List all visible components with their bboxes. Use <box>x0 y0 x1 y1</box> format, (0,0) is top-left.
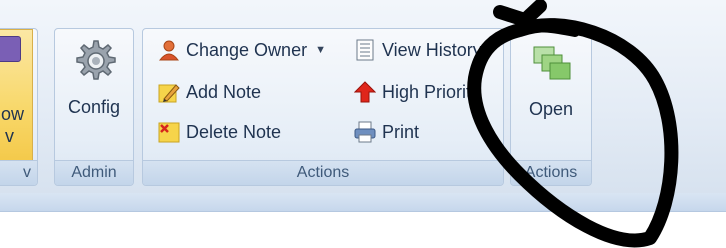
gear-icon <box>70 35 118 83</box>
print-button[interactable]: Print <box>353 117 419 147</box>
open-group-label: Actions <box>511 160 591 185</box>
cut-off-button-label: ow <box>1 104 25 124</box>
document-list-icon <box>353 38 377 62</box>
high-priority-label: High Priority <box>382 81 481 102</box>
printer-icon <box>353 120 377 144</box>
chevron-down-icon[interactable]: ▼ <box>315 44 326 56</box>
delete-note-button[interactable]: Delete Note <box>157 117 281 147</box>
change-owner-button[interactable]: Change Owner ▼ <box>157 35 326 65</box>
open-group: Open Actions <box>510 28 592 186</box>
actions-group-label: Actions <box>143 160 503 185</box>
user-icon <box>157 38 181 62</box>
high-priority-button[interactable]: High Priority <box>353 77 480 107</box>
change-owner-label: Change Owner <box>186 39 308 60</box>
config-button[interactable]: Config <box>55 29 133 161</box>
admin-group: Config Admin <box>54 28 134 186</box>
admin-group-label: Admin <box>55 160 133 185</box>
open-stack-icon <box>528 45 574 85</box>
open-label: Open <box>528 99 574 119</box>
config-label: Config <box>67 97 121 117</box>
print-label: Print <box>382 121 420 142</box>
add-note-button[interactable]: Add Note <box>157 77 261 107</box>
view-history-button[interactable]: View History <box>353 35 482 65</box>
purple-icon <box>0 36 21 62</box>
cut-off-large-button[interactable]: ow v <box>0 29 33 163</box>
cut-off-group-label: v <box>0 160 37 185</box>
actions-group: Change Owner ▼ Add Note Delete Note View… <box>142 28 504 186</box>
open-button[interactable]: Open <box>511 29 591 161</box>
pencil-icon <box>157 80 181 104</box>
view-history-label: View History <box>382 39 482 60</box>
cut-off-button-label-2: v <box>5 126 14 146</box>
cut-off-group: ow v v <box>0 28 38 186</box>
delete-note-icon <box>157 120 181 144</box>
delete-note-label: Delete Note <box>186 121 282 142</box>
add-note-label: Add Note <box>186 81 262 102</box>
ribbon-bar: ow v v Config Admin Change Owner ▼ Add N… <box>0 0 726 194</box>
red-arrow-up-icon <box>353 80 377 104</box>
ribbon-footer-bar <box>0 193 726 212</box>
